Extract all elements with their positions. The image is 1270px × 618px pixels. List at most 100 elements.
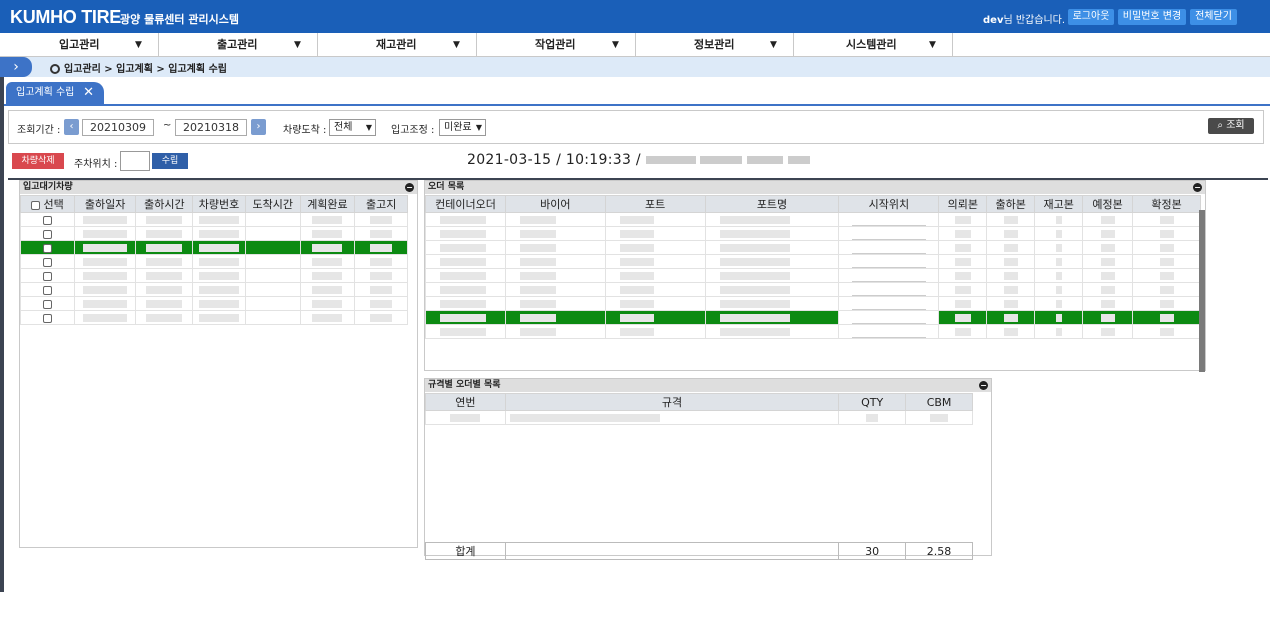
spec-table: 연번 규격 QTY CBM [425,393,973,425]
row-checkbox[interactable] [42,285,52,295]
chevron-down-icon: ▼ [365,123,372,132]
menu-system[interactable]: 시스템관리 ▼ [794,33,953,57]
table-row[interactable] [425,410,973,425]
table-row[interactable] [20,226,408,241]
menu-info[interactable]: 정보관리 ▼ [636,33,794,57]
row-checkbox[interactable] [42,313,52,323]
search-icon: ⌕ [1217,120,1223,131]
total-qty: 30 [838,542,907,560]
spec-total-row: 합계 30 2.58 [425,542,973,560]
row-checkbox[interactable] [42,243,52,253]
table-row[interactable] [425,310,1201,325]
parking-input[interactable] [120,151,150,171]
arrival-select[interactable]: 전체 ▼ [329,119,376,136]
table-row[interactable] [425,324,1201,339]
row-checkbox[interactable] [42,257,52,267]
search-button[interactable]: ⌕ 조회 [1208,118,1254,134]
prev-date-button[interactable]: ‹ [64,119,79,135]
start-position-input[interactable] [851,242,926,254]
table-row[interactable] [20,282,408,297]
vertical-scrollbar[interactable] [1199,210,1205,372]
menu-inventory[interactable]: 재고관리 ▼ [318,33,477,57]
col-qty: QTY [838,393,907,411]
chevron-down-icon: ▼ [135,40,142,50]
date-from-input[interactable]: 20210309 [82,119,154,136]
col-ship-time: 출하시간 [135,195,194,213]
menu-inbound[interactable]: 입고관리 ▼ [0,33,159,57]
collapse-icon[interactable]: − [979,381,988,390]
close-all-button[interactable]: 전체닫기 [1190,9,1237,25]
table-row[interactable] [425,296,1201,311]
chevron-down-icon: ▼ [929,40,936,50]
table-row[interactable] [425,212,1201,227]
table-row[interactable] [20,240,408,255]
change-password-button[interactable]: 비밀번호 변경 [1118,9,1186,25]
row-checkbox[interactable] [42,229,52,239]
start-position-input[interactable] [851,298,926,310]
logout-button[interactable]: 로그아웃 [1068,9,1114,25]
parking-label: 주차위치 : [74,159,118,170]
next-date-button[interactable]: › [251,119,266,135]
breadcrumb: 입고관리 > 입고계획 > 입고계획 수립 [50,60,227,75]
row-checkbox[interactable] [42,215,52,225]
col-arrival-time: 도착시간 [244,195,301,213]
menu-work[interactable]: 작업관리 ▼ [477,33,636,57]
table-row[interactable] [20,296,408,311]
collapse-icon[interactable]: − [1193,183,1202,192]
col-port: 포트 [604,195,706,213]
adjust-select[interactable]: 미완료 ▼ [439,119,486,136]
delete-vehicle-button[interactable]: 차량삭제 [12,153,64,169]
period-label: 조회기간 : [17,125,61,136]
chevron-right-icon: › [256,121,261,132]
tab-underline [4,104,1270,106]
col-ship-date: 출하일자 [73,195,137,213]
table-row[interactable] [20,212,408,227]
spec-order-panel: 규격별 오더별 목록 − 연번 규격 QTY CBM 합계 30 2.58 [424,378,992,560]
row-checkbox[interactable] [42,299,52,309]
col-vehicle-no: 차량번호 [192,195,246,213]
table-row[interactable] [20,254,408,269]
menu-outbound[interactable]: 출고관리 ▼ [159,33,318,57]
chevron-down-icon: ▼ [453,40,460,50]
main-menu: 입고관리 ▼ 출고관리 ▼ 재고관리 ▼ 작업관리 ▼ 정보관리 ▼ 시스템관리 ▼ [0,33,1270,57]
waiting-vehicle-table: 선택 출하일자 출하시간 차량번호 도착시간 계획완료 출고지 [20,195,408,325]
start-position-input[interactable] [851,326,926,338]
col-container-order: 컨테이너오더 [425,195,506,213]
tab-inbound-plan[interactable]: 입고계획 수립 ✕ [6,82,104,104]
table-row[interactable] [425,254,1201,269]
table-row[interactable] [425,240,1201,255]
close-icon[interactable]: ✕ [83,82,94,104]
col-buyer: 바이어 [504,195,606,213]
col-spec: 규격 [504,393,840,411]
sidebar-toggle-button[interactable]: › [0,57,32,77]
col-stock: 재고본 [1034,195,1084,213]
start-position-input[interactable] [851,256,926,268]
date-to-input[interactable]: 20210318 [175,119,247,136]
start-position-input[interactable] [851,284,926,296]
col-port-name: 포트명 [704,195,840,213]
current-datetime: 2021-03-15 / 10:19:33 / [467,152,810,168]
panel-title: 오더 목록 − [425,181,1205,194]
start-position-input[interactable] [851,228,926,240]
col-cbm: CBM [905,393,973,411]
establish-button[interactable]: 수립 [152,153,188,169]
start-position-input[interactable] [851,214,926,226]
left-border [0,77,4,592]
start-position-input[interactable] [851,312,926,324]
date-range-tilde: ~ [163,120,172,131]
panel-title: 규격별 오더별 목록 − [425,379,991,392]
row-checkbox[interactable] [42,271,52,281]
table-row[interactable] [425,282,1201,297]
adjust-label: 입고조정 : [391,125,435,136]
select-all-checkbox[interactable] [30,200,40,210]
chevron-down-icon: ▼ [612,40,619,50]
chevron-left-icon: ‹ [69,121,74,132]
start-position-input[interactable] [851,270,926,282]
collapse-icon[interactable]: − [405,183,414,192]
table-row[interactable] [20,310,408,325]
table-row[interactable] [20,268,408,283]
table-row[interactable] [425,226,1201,241]
col-confirmed: 확정본 [1132,195,1201,213]
col-planned: 예정본 [1082,195,1134,213]
table-row[interactable] [425,268,1201,283]
